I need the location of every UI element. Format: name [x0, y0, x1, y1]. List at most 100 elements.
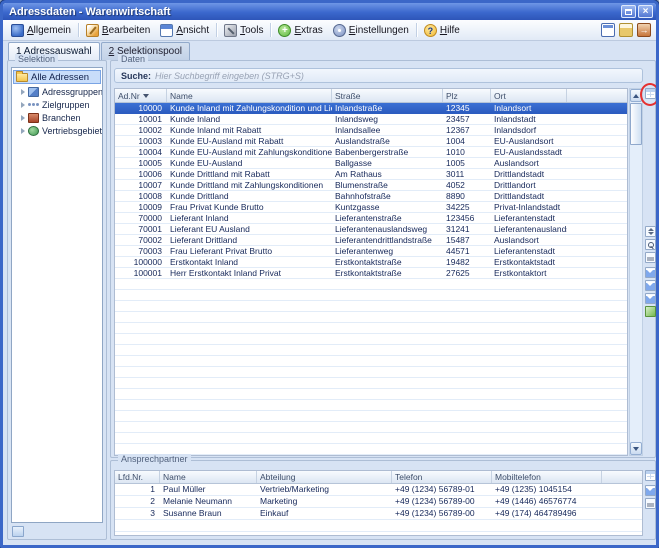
zoom-icon[interactable]	[645, 239, 656, 250]
column-header-label: Abteilung	[260, 472, 295, 482]
column-header-name[interactable]: Name	[167, 89, 332, 102]
column-header-label: Ort	[494, 91, 506, 101]
tree-item-vertriebsgebiete[interactable]: Vertriebsgebiete	[12, 124, 102, 137]
table-row[interactable]: 3Susanne BraunEinkauf+49 (1234) 56789-00…	[115, 508, 642, 520]
table-row[interactable]: 10008Kunde DrittlandBahnhofstraße8890Dri…	[115, 191, 627, 202]
tree-item-zielgruppen[interactable]: Zielgruppen	[12, 98, 102, 111]
column-header-abteilung[interactable]: Abteilung	[257, 471, 392, 483]
print-icon[interactable]	[645, 498, 656, 509]
selection-footer-icon[interactable]	[12, 526, 24, 537]
table-row[interactable]: 2Melanie NeumannMarketing+49 (1234) 5678…	[115, 496, 642, 508]
cell-filler	[567, 114, 627, 124]
tree-item-adressgruppen[interactable]: Adressgruppen	[12, 85, 102, 98]
fit-columns-icon[interactable]	[645, 226, 656, 237]
table-row[interactable]: 70000Lieferant InlandLieferantenstraße12…	[115, 213, 627, 224]
expand-icon[interactable]	[21, 102, 25, 108]
scroll-down-button[interactable]	[630, 442, 642, 455]
zielgruppen-icon	[28, 103, 31, 106]
data-panel: Daten Suche: Hier Suchbegriff eingeben (…	[110, 60, 656, 458]
column-header-filler	[567, 89, 627, 102]
tree-item-branchen[interactable]: Branchen	[12, 111, 102, 124]
cell: Lieferant EU Ausland	[167, 224, 332, 234]
column-header-plz[interactable]: Plz	[443, 89, 491, 102]
table-row[interactable]: 10000Kunde Inland mit Zahlungskondition …	[115, 103, 627, 114]
mail-icon-3[interactable]	[645, 293, 656, 304]
table-row[interactable]: 70003Frau Lieferant Privat BruttoLiefera…	[115, 246, 627, 257]
column-header-mobiltelefon[interactable]: Mobiltelefon	[492, 471, 602, 483]
table-row[interactable]: 10007Kunde Drittland mit Zahlungskonditi…	[115, 180, 627, 191]
column-header-ort[interactable]: Ort	[491, 89, 567, 102]
menu-item-tools[interactable]: Tools	[219, 22, 268, 39]
scroll-thumb[interactable]	[630, 103, 642, 145]
mail-icon-1[interactable]	[645, 267, 656, 278]
empty-row	[115, 389, 627, 400]
cell: 70003	[115, 246, 167, 256]
table-row[interactable]: 10001Kunde InlandInlandsweg23457Inlandst…	[115, 114, 627, 125]
window-list-icon[interactable]	[601, 23, 615, 37]
column-header-straße[interactable]: Straße	[332, 89, 443, 102]
cell-filler	[567, 268, 627, 278]
menu-item-allgemein[interactable]: Allgemein	[6, 22, 76, 39]
table-row[interactable]: 100001Herr Erstkontakt Inland PrivatErst…	[115, 268, 627, 279]
empty-row	[115, 400, 627, 411]
cell: Lieferantendrittlandstraße	[332, 235, 443, 245]
cell: Erstkontaktstraße	[332, 268, 443, 278]
branchen-icon	[28, 113, 39, 123]
search-box[interactable]: Suche: Hier Suchbegriff eingeben (STRG+S…	[114, 68, 643, 83]
restore-button[interactable]	[621, 5, 636, 18]
menu-item-ansicht[interactable]: Ansicht	[155, 22, 214, 39]
cell-filler	[567, 257, 627, 267]
table-row[interactable]: 10003Kunde EU-Ausland mit RabattAuslands…	[115, 136, 627, 147]
column-header-label: Telefon	[395, 472, 422, 482]
table-row[interactable]: 1Paul MüllerVertrieb/Marketing+49 (1234)…	[115, 484, 642, 496]
menu-item-label: Ansicht	[176, 25, 209, 36]
expand-icon[interactable]	[21, 89, 25, 95]
column-header-ad-nr[interactable]: Ad.Nr	[115, 89, 167, 102]
cell: Kunde EU-Ausland mit Rabatt	[167, 136, 332, 146]
cell: Erstkontaktort	[491, 268, 567, 278]
empty-row	[115, 356, 627, 367]
empty-row	[115, 345, 627, 356]
cell: 123456	[443, 213, 491, 223]
export-icon[interactable]	[645, 306, 656, 317]
expand-icon[interactable]	[21, 115, 25, 121]
column-header-lfd-nr-[interactable]: Lfd.Nr.	[115, 471, 160, 483]
close-button[interactable]: ×	[638, 5, 653, 18]
column-header-name[interactable]: Name	[160, 471, 257, 483]
table-row[interactable]: 10009Frau Privat Kunde BruttoKuntzgasse3…	[115, 202, 627, 213]
cell: Kunde Drittland mit Zahlungskonditionen	[167, 180, 332, 190]
column-header-label: Plz	[446, 91, 458, 101]
mail-icon-2[interactable]	[645, 280, 656, 291]
exit-icon[interactable]	[637, 23, 651, 37]
menu-item-bearbeiten[interactable]: Bearbeiten	[81, 22, 155, 39]
contacts-panel: Ansprechpartner Lfd.Nr.NameAbteilungTele…	[110, 460, 656, 540]
cell: 4052	[443, 180, 491, 190]
grid-scrollbar[interactable]	[629, 88, 643, 456]
cell: +49 (1234) 56789-00	[392, 508, 492, 519]
table-row[interactable]: 100000Erstkontakt InlandErstkontaktstraß…	[115, 257, 627, 268]
cell-filler	[567, 191, 627, 201]
cell: +49 (1234) 56789-00	[392, 496, 492, 507]
table-row[interactable]: 10005Kunde EU-AuslandBallgasse1005Auslan…	[115, 158, 627, 169]
cell-filler	[567, 180, 627, 190]
print-icon[interactable]	[645, 252, 656, 263]
expand-icon[interactable]	[21, 128, 25, 134]
menu-item-einstellungen[interactable]: Einstellungen	[328, 22, 414, 39]
mail-icon[interactable]	[619, 23, 633, 37]
table-row[interactable]: 70001Lieferant EU AuslandLieferantenausl…	[115, 224, 627, 235]
table-row[interactable]: 70002Lieferant DrittlandLieferantendritt…	[115, 235, 627, 246]
column-header-telefon[interactable]: Telefon	[392, 471, 492, 483]
table-row[interactable]: 10002Kunde Inland mit RabattInlandsallee…	[115, 125, 627, 136]
cell: 1004	[443, 136, 491, 146]
table-row[interactable]: 10004Kunde EU-Ausland mit Zahlungskondit…	[115, 147, 627, 158]
cell-filler	[567, 169, 627, 179]
tree-item-alle-adressen[interactable]: Alle Adressen	[13, 70, 101, 84]
column-chooser-icon[interactable]	[645, 470, 656, 481]
menu-item-extras[interactable]: Extras	[273, 22, 327, 39]
menu-item-hilfe[interactable]: Hilfe	[419, 22, 465, 39]
cell: EU-Auslandsstadt	[491, 147, 567, 157]
mail-icon[interactable]	[645, 485, 656, 496]
cell: Lieferantenstadt	[491, 213, 567, 223]
table-row[interactable]: 10006Kunde Drittland mit RabattAm Rathau…	[115, 169, 627, 180]
column-header-filler	[602, 471, 642, 483]
